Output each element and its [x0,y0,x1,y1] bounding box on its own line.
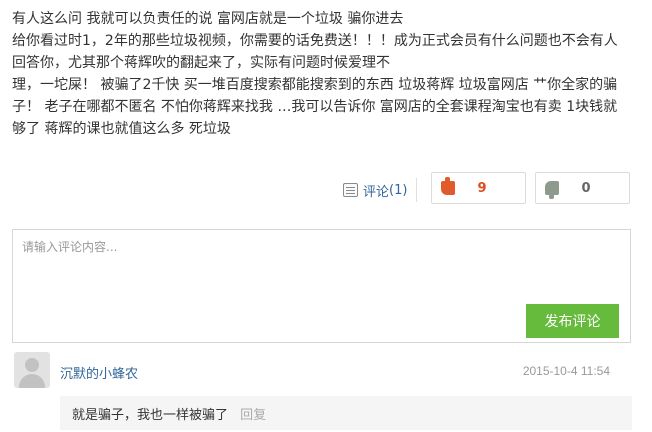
comment-input[interactable] [13,230,630,300]
comment-form: 发布评论 [12,229,631,343]
comment-count: (1) [389,182,408,198]
avatar-head-shape [25,358,39,372]
upvote-button[interactable]: 9 [431,172,526,204]
post-line: 子！ 老子在哪都不匿名 不怕你蒋辉来找我 …我可以告诉你 富网店的全套课程淘宝也… [12,99,618,115]
avatar[interactable] [14,352,50,388]
reply-link[interactable]: 回复 [240,408,266,423]
reply-timestamp: 2015-10-4 11:54 [522,364,610,378]
post-line: 给你看过时1，2年的那些垃圾视频，你需要的话免费送！！！成为正式会员有什么问题也… [12,33,618,49]
downvote-button[interactable]: 0 [535,172,630,204]
post-line: 有人这么问 我就可以负责任的说 富网店就是一个垃圾 骗你进去 [12,11,404,27]
reply-body: 就是骗子，我也一样被骗了 回复 [60,396,632,430]
action-divider [416,178,417,202]
reply-item: 沉默的小蜂农 2015-10-4 11:54 就是骗子，我也一样被骗了 回复 [14,352,634,432]
post-line: 理，一坨屎！ 被骗了2千快 买一堆百度搜索都能搜索到的东西 垃圾蒋辉 垃圾富网店… [12,77,618,93]
post-content: 有人这么问 我就可以负责任的说 富网店就是一个垃圾 骗你进去 给你看过时1，2年… [12,8,638,140]
reply-text: 就是骗子，我也一样被骗了 [72,408,229,423]
comment-icon [343,183,358,197]
comment-label: 评论 [363,184,390,200]
avatar-body-shape [19,374,45,388]
comment-toggle-button[interactable]: 评论 (1) [343,180,407,200]
post-line: 够了 蒋辉的课也就值这么多 死垃圾 [12,121,231,137]
post-action-bar: 评论 (1) 9 0 [0,172,652,208]
post-line: 回答你，尤其那个蒋辉吹的翻起来了，实际有问题时候爱理不 [12,55,390,71]
reply-username[interactable]: 沉默的小蜂农 [60,363,138,382]
downvote-count: 0 [581,180,591,196]
thumbs-down-icon [545,181,559,199]
publish-comment-button[interactable]: 发布评论 [526,304,619,338]
upvote-count: 9 [477,180,487,196]
thumbs-up-icon [441,177,455,195]
